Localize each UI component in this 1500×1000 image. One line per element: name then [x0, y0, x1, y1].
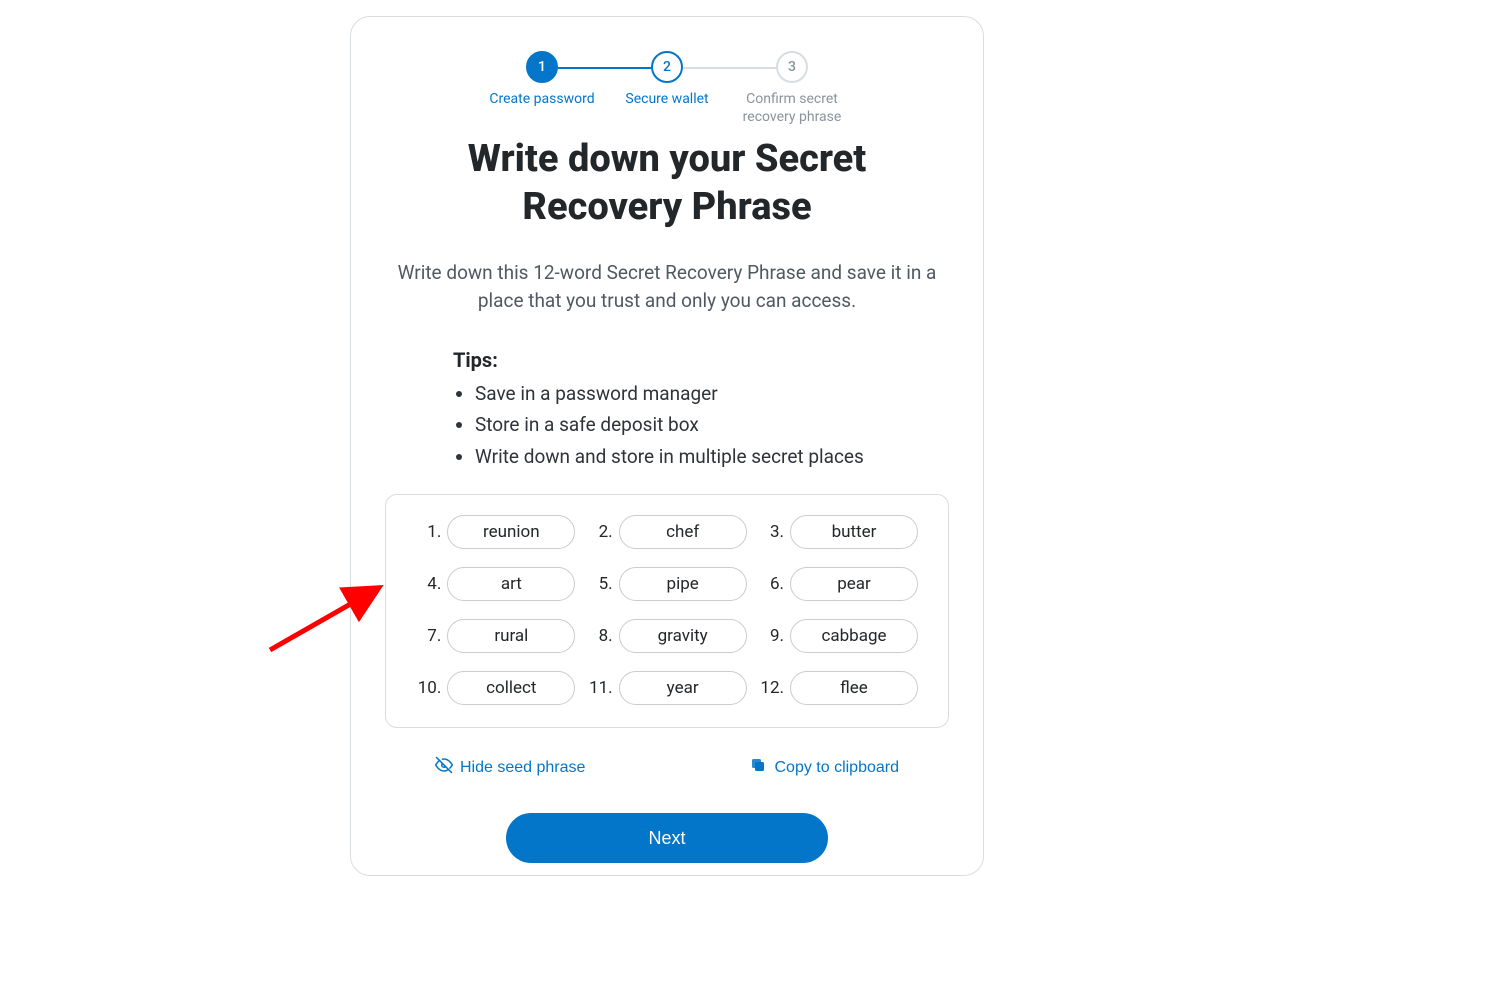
seed-word-number: 2.	[593, 522, 613, 542]
seed-word-number: 6.	[764, 574, 784, 594]
seed-word: chef	[619, 515, 747, 549]
action-row: Hide seed phrase Copy to clipboard	[385, 756, 949, 779]
step-circle-2: 2	[651, 51, 683, 83]
step-1: 1 Create password	[480, 51, 605, 109]
seed-word: collect	[447, 671, 575, 705]
step-label-1: Create password	[489, 91, 594, 109]
seed-phrase-box: 1. reunion 2. chef 3. butter 4. art 5. pipe 6…	[385, 494, 949, 728]
step-circle-1: 1	[526, 51, 558, 83]
tip-item: Store in a safe deposit box	[475, 409, 949, 440]
seed-word-number: 11.	[589, 678, 613, 698]
seed-word-cell: 7. rural	[416, 619, 575, 653]
seed-word-number: 8.	[593, 626, 613, 646]
seed-word: reunion	[447, 515, 575, 549]
stepper: 1 Create password 2 Secure wallet 3 Conf…	[385, 51, 949, 126]
hide-seed-phrase-button[interactable]: Hide seed phrase	[435, 756, 585, 779]
tips-heading: Tips:	[453, 348, 949, 372]
next-button[interactable]: Next	[506, 813, 828, 863]
seed-word-number: 12.	[760, 678, 784, 698]
seed-word-cell: 8. gravity	[587, 619, 746, 653]
seed-word-number: 4.	[421, 574, 441, 594]
seed-word-number: 5.	[593, 574, 613, 594]
step-label-2: Secure wallet	[625, 91, 708, 109]
seed-word-number: 9.	[764, 626, 784, 646]
tip-item: Write down and store in multiple secret …	[475, 441, 949, 472]
seed-word-cell: 9. cabbage	[759, 619, 918, 653]
seed-word: rural	[447, 619, 575, 653]
copy-to-clipboard-button[interactable]: Copy to clipboard	[749, 756, 899, 779]
step-circle-3: 3	[776, 51, 808, 83]
tips-section: Tips: Save in a password manager Store i…	[453, 348, 949, 472]
seed-word-cell: 2. chef	[587, 515, 746, 549]
seed-word-cell: 12. flee	[759, 671, 918, 705]
copy-icon	[749, 756, 767, 779]
stepper-connector	[683, 67, 777, 69]
stepper-connector	[558, 67, 652, 69]
seed-word: art	[447, 567, 575, 601]
seed-word-number: 3.	[764, 522, 784, 542]
seed-word-cell: 10.collect	[416, 671, 575, 705]
copy-to-clipboard-label: Copy to clipboard	[774, 759, 899, 777]
seed-word: butter	[790, 515, 918, 549]
seed-word-cell: 11. year	[587, 671, 746, 705]
step-3: 3 Confirm secret recovery phrase	[730, 51, 855, 126]
step-2: 2 Secure wallet	[605, 51, 730, 109]
eye-off-icon	[435, 756, 453, 779]
hide-seed-phrase-label: Hide seed phrase	[460, 759, 585, 777]
seed-word: pipe	[619, 567, 747, 601]
seed-word: gravity	[619, 619, 747, 653]
tip-item: Save in a password manager	[475, 378, 949, 409]
step-label-3: Confirm secret recovery phrase	[730, 91, 855, 126]
seed-word-cell: 5. pipe	[587, 567, 746, 601]
onboarding-panel: 1 Create password 2 Secure wallet 3 Conf…	[350, 16, 984, 876]
seed-word-number: 7.	[421, 626, 441, 646]
seed-word: year	[619, 671, 747, 705]
seed-word-cell: 3. butter	[759, 515, 918, 549]
seed-word-number: 10.	[418, 678, 442, 698]
seed-word-cell: 6. pear	[759, 567, 918, 601]
seed-word-cell: 4. art	[416, 567, 575, 601]
seed-word: pear	[790, 567, 918, 601]
seed-word: flee	[790, 671, 918, 705]
seed-word: cabbage	[790, 619, 918, 653]
page-description: Write down this 12-word Secret Recovery …	[385, 259, 949, 314]
page-title: Write down your Secret Recovery Phrase	[385, 136, 949, 231]
seed-word-number: 1.	[421, 522, 441, 542]
seed-word-cell: 1. reunion	[416, 515, 575, 549]
